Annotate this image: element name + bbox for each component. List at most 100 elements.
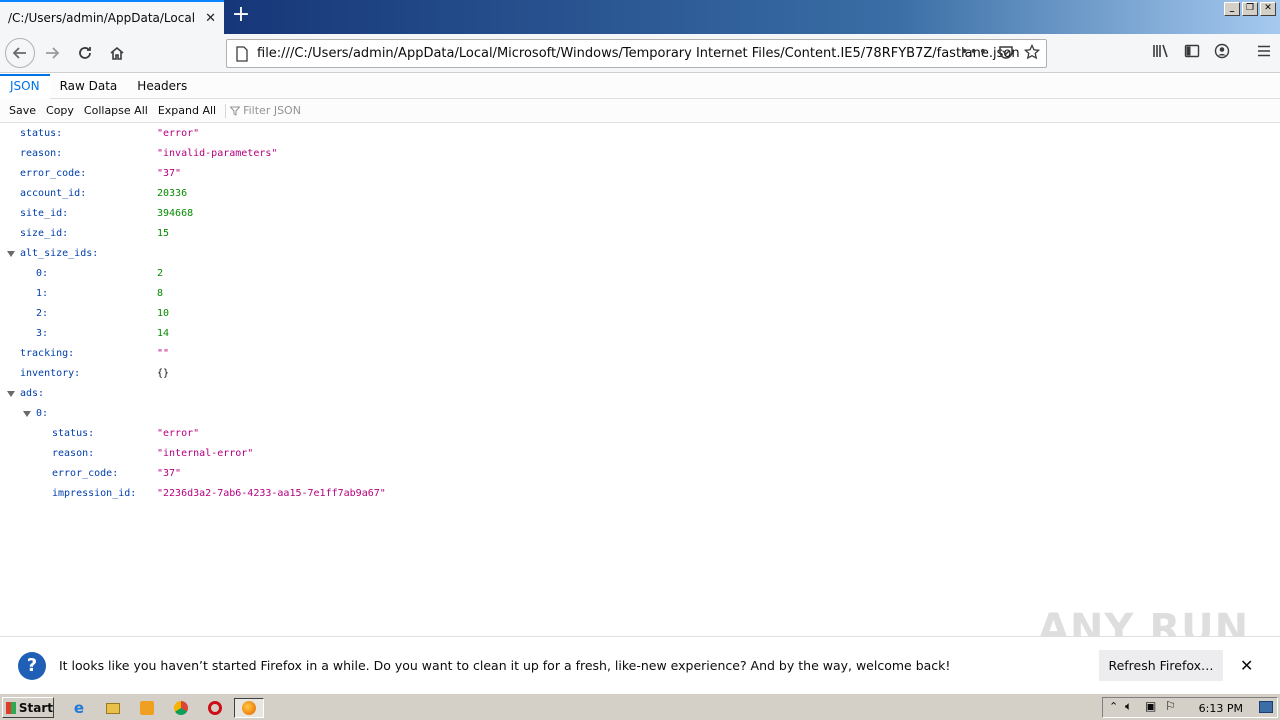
json-row[interactable]: alt_size_ids: xyxy=(0,244,1280,264)
start-label: Start xyxy=(18,700,53,715)
json-value: 14 xyxy=(157,328,170,339)
json-row[interactable]: reason: "internal-error" xyxy=(0,444,1280,464)
ie-icon[interactable]: e xyxy=(68,698,90,718)
explorer-icon[interactable] xyxy=(102,698,124,718)
start-button[interactable]: Start xyxy=(2,697,54,718)
tab-headers[interactable]: Headers xyxy=(127,74,197,99)
json-key: 1: xyxy=(36,288,49,299)
minimize-button[interactable]: _ xyxy=(1224,2,1240,16)
json-key: 2: xyxy=(36,308,49,319)
json-row[interactable]: reason: "invalid-parameters" xyxy=(0,144,1280,164)
reload-button[interactable] xyxy=(71,39,99,67)
library-icon[interactable] xyxy=(1152,43,1170,59)
home-icon xyxy=(110,46,124,60)
opera-icon[interactable] xyxy=(204,698,226,718)
account-icon[interactable] xyxy=(1214,43,1230,59)
navigation-toolbar: file:///C:/Users/admin/AppData/Local/Mic… xyxy=(0,34,1280,73)
url-bar[interactable]: file:///C:/Users/admin/AppData/Local/Mic… xyxy=(226,39,1047,68)
arrow-left-icon xyxy=(12,47,26,59)
json-value: "error" xyxy=(157,128,200,139)
refresh-firefox-button[interactable]: Refresh Firefox… xyxy=(1099,650,1223,681)
page-icon xyxy=(236,46,248,62)
system-tray: ⌃ 🔈︎ ▣ ⚐ 6:13 PM xyxy=(1102,697,1278,718)
arrow-right-icon xyxy=(46,47,60,59)
json-row[interactable]: ads: xyxy=(0,384,1280,404)
new-tab-icon[interactable]: + xyxy=(230,4,252,28)
json-row[interactable]: account_id: 20336 xyxy=(0,184,1280,204)
json-row[interactable]: inventory: {} xyxy=(0,364,1280,384)
json-key: error_code: xyxy=(52,468,119,479)
json-viewer-tabs: JSON Raw Data Headers xyxy=(0,74,1280,99)
json-value: "" xyxy=(157,348,170,359)
json-row[interactable]: 0: xyxy=(0,404,1280,424)
expand-twisty-icon[interactable] xyxy=(7,391,15,397)
close-window-button[interactable]: ✕ xyxy=(1260,2,1276,16)
save-button[interactable]: Save xyxy=(4,104,41,117)
json-key: account_id: xyxy=(20,188,87,199)
flag-icon[interactable]: ⚐ xyxy=(1165,699,1176,713)
json-key: reason: xyxy=(52,448,95,459)
taskbar: Start e ⌃ 🔈︎ ▣ ⚐ 6:13 PM xyxy=(0,693,1280,720)
pocket-icon[interactable] xyxy=(998,44,1014,60)
json-row[interactable]: 2: 10 xyxy=(0,304,1280,324)
notification-text: It looks like you haven’t started Firefo… xyxy=(59,658,951,673)
json-key: inventory: xyxy=(20,368,81,379)
json-row[interactable]: error_code: "37" xyxy=(0,464,1280,484)
json-value: 15 xyxy=(157,228,170,239)
show-desktop-icon[interactable] xyxy=(1259,701,1273,713)
reload-icon xyxy=(79,47,91,59)
json-value: "invalid-parameters" xyxy=(157,148,278,159)
json-value: 394668 xyxy=(157,208,194,219)
tab-json[interactable]: JSON xyxy=(0,74,50,99)
json-row[interactable]: impression_id: "2236d3a2-7ab6-4233-aa15-7… xyxy=(0,484,1280,504)
expand-twisty-icon[interactable] xyxy=(23,411,31,417)
hamburger-menu-icon[interactable] xyxy=(1256,43,1272,59)
question-icon: ? xyxy=(18,652,46,680)
json-value: {} xyxy=(157,368,170,379)
forward-button[interactable] xyxy=(38,39,66,67)
copy-button[interactable]: Copy xyxy=(41,104,79,117)
title-bar: /C:/Users/admin/AppData/Local/Microsoft/… xyxy=(0,0,1280,34)
json-key: 0: xyxy=(36,408,49,419)
json-row[interactable]: status: "error" xyxy=(0,124,1280,144)
json-key: ads: xyxy=(20,388,45,399)
tray-arrow-icon[interactable]: ⌃ xyxy=(1109,700,1118,713)
json-value: 2 xyxy=(157,268,164,279)
collapse-all-button[interactable]: Collapse All xyxy=(79,104,153,117)
json-row[interactable]: 1: 8 xyxy=(0,284,1280,304)
json-row[interactable]: error_code: "37" xyxy=(0,164,1280,184)
json-row[interactable]: status: "error" xyxy=(0,424,1280,444)
bookmark-star-icon[interactable] xyxy=(1024,44,1040,60)
browser-tab[interactable]: /C:/Users/admin/AppData/Local/Microsoft/… xyxy=(0,0,224,34)
media-player-icon[interactable] xyxy=(136,698,158,718)
json-key: impression_id: xyxy=(52,488,137,499)
json-value: "error" xyxy=(157,428,200,439)
close-tab-icon[interactable]: ✕ xyxy=(205,11,216,26)
json-value: 8 xyxy=(157,288,164,299)
json-row[interactable]: site_id: 394668 xyxy=(0,204,1280,224)
filter-json-input[interactable]: Filter JSON xyxy=(230,104,301,117)
sidebar-icon[interactable] xyxy=(1184,43,1200,59)
expand-all-button[interactable]: Expand All xyxy=(153,104,221,117)
network-icon[interactable]: ▣ xyxy=(1145,699,1156,713)
expand-twisty-icon[interactable] xyxy=(7,251,15,257)
json-row[interactable]: tracking: "" xyxy=(0,344,1280,364)
tab-raw-data[interactable]: Raw Data xyxy=(50,74,128,99)
back-button[interactable] xyxy=(5,38,35,68)
json-row[interactable]: 0: 2 xyxy=(0,264,1280,284)
json-key: 3: xyxy=(36,328,49,339)
chrome-icon[interactable] xyxy=(170,698,192,718)
refresh-notification-bar: ? It looks like you haven’t started Fire… xyxy=(0,636,1280,693)
restore-button[interactable]: ❐ xyxy=(1242,2,1258,16)
page-actions-icon[interactable]: ••• xyxy=(960,44,988,60)
firefox-taskbar-button[interactable] xyxy=(234,698,264,718)
filter-icon xyxy=(230,106,241,116)
close-notification-icon[interactable]: ✕ xyxy=(1240,656,1253,675)
json-row[interactable]: size_id: 15 xyxy=(0,224,1280,244)
home-button[interactable] xyxy=(103,39,131,67)
tab-title: /C:/Users/admin/AppData/Local/Microsoft/… xyxy=(8,11,194,25)
json-row[interactable]: 3: 14 xyxy=(0,324,1280,344)
url-text[interactable]: file:///C:/Users/admin/AppData/Local/Mic… xyxy=(257,46,1020,61)
clock: 6:13 PM xyxy=(1198,702,1243,715)
volume-icon[interactable]: 🔈︎ xyxy=(1125,699,1132,714)
